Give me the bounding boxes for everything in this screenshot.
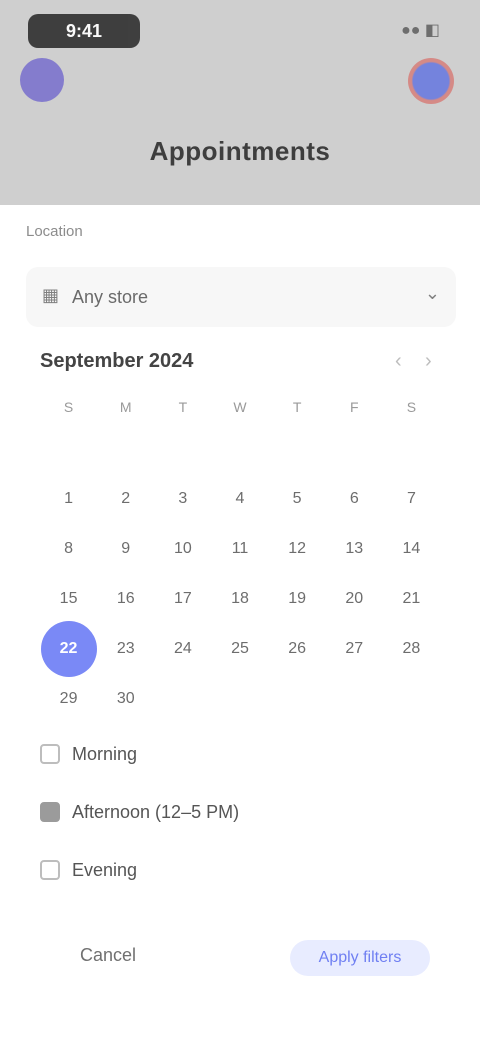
calendar-day[interactable]: 30 [97, 679, 154, 719]
calendar-day[interactable]: 24 [154, 629, 211, 669]
header: 9:41 ●● ◧ Appointments [0, 0, 480, 205]
calendar-empty [154, 429, 211, 469]
apply-filters-button[interactable]: Apply filters [290, 940, 430, 976]
calendar-day[interactable]: 25 [211, 629, 268, 669]
calendar-empty [211, 429, 268, 469]
calendar-day[interactable]: 28 [383, 629, 440, 669]
month-title: September 2024 [40, 350, 194, 372]
calendar-day[interactable]: 29 [40, 679, 97, 719]
cancel-button[interactable]: Cancel [80, 945, 136, 966]
calendar-day[interactable]: 16 [97, 579, 154, 619]
next-month-button[interactable]: › [425, 350, 432, 373]
calendar-day[interactable]: 26 [269, 629, 326, 669]
calendar-empty [211, 679, 268, 719]
calendar-empty [326, 429, 383, 469]
calendar-empty [269, 679, 326, 719]
calendar-empty [154, 679, 211, 719]
checkbox[interactable] [40, 744, 60, 764]
calendar-day[interactable]: 14 [383, 529, 440, 569]
chevron-down-icon: ⌄ [424, 283, 440, 303]
calendar-day[interactable]: 7 [383, 479, 440, 519]
location-dropdown[interactable]: ▦ Any store ⌄ [26, 267, 456, 327]
weekday-label: F [349, 399, 359, 415]
weekday-label: S [406, 399, 417, 415]
dropdown-value: Any store [72, 287, 149, 307]
calendar-empty [97, 429, 154, 469]
checkbox[interactable] [40, 860, 60, 880]
calendar-day[interactable]: 21 [383, 579, 440, 619]
calendar-day[interactable]: 11 [211, 529, 268, 569]
calendar-day[interactable]: 3 [154, 479, 211, 519]
calendar-day[interactable]: 12 [269, 529, 326, 569]
option-label: Afternoon (12–5 PM) [72, 801, 240, 822]
calendar-day[interactable]: 23 [97, 629, 154, 669]
calendar-day[interactable]: 22 [40, 621, 97, 677]
calendar-day[interactable]: 8 [40, 529, 97, 569]
menu-avatar[interactable] [20, 58, 64, 102]
calendar-empty [383, 679, 440, 719]
calendar-empty [326, 679, 383, 719]
calendar-day[interactable]: 4 [211, 479, 268, 519]
weekday-label: T [178, 399, 188, 415]
option-row[interactable]: Afternoon (12–5 PM) [40, 783, 450, 841]
calendar-day[interactable]: 2 [97, 479, 154, 519]
calendar-day[interactable]: 5 [269, 479, 326, 519]
calendar-day[interactable]: 15 [40, 579, 97, 619]
calendar-day[interactable]: 13 [326, 529, 383, 569]
status-time: 9:41 [28, 14, 140, 48]
calendar-empty [269, 429, 326, 469]
weekday-label: M [119, 399, 132, 415]
checkbox[interactable] [40, 802, 60, 822]
calendar-day[interactable]: 10 [154, 529, 211, 569]
weekday-label: S [63, 399, 74, 415]
status-icons: ●● ◧ [401, 22, 440, 39]
calendar-empty [40, 429, 97, 469]
section-label: Location [26, 223, 83, 240]
option-row[interactable]: Morning [40, 725, 450, 783]
option-row[interactable]: Evening [40, 841, 450, 899]
time-options: Morning Afternoon (12–5 PM) Evening [40, 725, 450, 899]
calendar-day[interactable]: 6 [326, 479, 383, 519]
calendar-day[interactable]: 27 [326, 629, 383, 669]
filter-sheet: Location ▦ Any store ⌄ September 2024 ‹ … [0, 205, 480, 1040]
action-bar: Cancel Apply filters [0, 930, 480, 990]
option-label: Evening [72, 859, 138, 880]
weekday-label: T [292, 399, 302, 415]
calendar-empty [383, 429, 440, 469]
calendar-day[interactable]: 18 [211, 579, 268, 619]
option-label: Morning [72, 743, 138, 764]
weekday-label: W [233, 399, 247, 415]
profile-avatar[interactable] [408, 58, 454, 104]
calendar-icon: ▦ [42, 285, 60, 305]
calendar-day[interactable]: 9 [97, 529, 154, 569]
page-title: Appointments [149, 136, 331, 166]
calendar-day[interactable]: 19 [269, 579, 326, 619]
calendar-day[interactable]: 1 [40, 479, 97, 519]
calendar-day[interactable]: 20 [326, 579, 383, 619]
prev-month-button[interactable]: ‹ [395, 350, 402, 373]
calendar-grid: S M T W T F S 1 2 3 4 5 6 7 8 9 10 11 12 13 14 15 16 17 18 19 20 21… [40, 395, 440, 719]
calendar-day[interactable]: 17 [154, 579, 211, 619]
selected-day[interactable]: 22 [40, 621, 97, 677]
